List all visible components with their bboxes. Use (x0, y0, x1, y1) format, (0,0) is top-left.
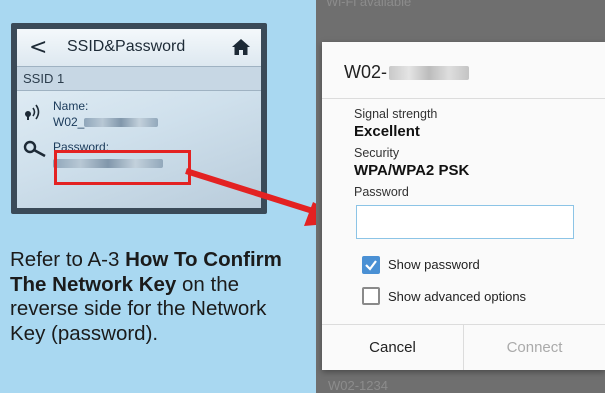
wifi-connect-dialog: W02- Signal strength Excellent Security … (322, 42, 605, 370)
password-label: Password (354, 185, 409, 199)
advanced-options-checkbox[interactable] (362, 287, 380, 305)
advanced-options-label[interactable]: Show advanced options (388, 289, 526, 304)
connect-button[interactable]: Connect (464, 325, 605, 370)
signal-strength-label: Signal strength (354, 107, 438, 121)
background-top-text: Wi-Fi available (326, 0, 412, 9)
signal-strength-value: Excellent (354, 123, 420, 140)
security-value: WPA/WPA2 PSK (354, 162, 470, 179)
security-label: Security (354, 146, 400, 160)
background-bottom-text: W02-1234 (328, 378, 388, 393)
instruction-text: Refer to A-3 How To Confirm The Network … (10, 248, 282, 345)
show-password-label[interactable]: Show password (388, 257, 480, 272)
cancel-button[interactable]: Cancel (322, 325, 463, 370)
dialog-title: W02- (344, 62, 470, 83)
redacted-network-name (389, 66, 470, 81)
password-input[interactable] (356, 205, 574, 239)
checkmark-icon (365, 260, 377, 271)
show-password-checkbox[interactable] (362, 256, 380, 274)
title-divider (322, 98, 605, 99)
